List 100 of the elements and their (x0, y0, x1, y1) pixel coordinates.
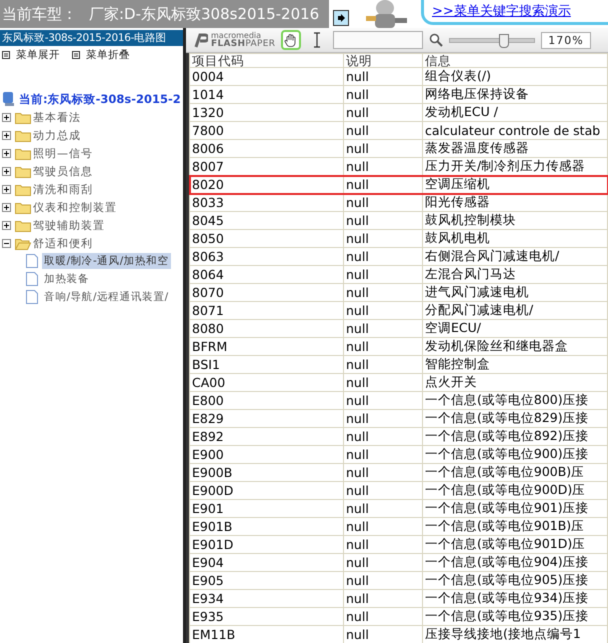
table-cell: null (344, 572, 422, 590)
table-cell: E900D (190, 482, 344, 500)
table-cell: null (344, 500, 422, 518)
table-cell: 压接导线接地(接地点编号1 (422, 626, 608, 643)
table-cell: null (344, 86, 422, 104)
tree-document-item[interactable]: 取暖/制冷-通风/加热和空 (42, 253, 171, 269)
car-model-label: 当前车型： (2, 4, 77, 24)
table-cell: 点火开关 (422, 374, 608, 392)
table-cell: E900B (190, 464, 344, 482)
expand-icon[interactable] (2, 220, 11, 230)
table-cell: null (344, 356, 422, 374)
table-cell: 一个信息(或等电位901)压接 (422, 500, 608, 518)
table-cell: 发动机ECU / (422, 104, 608, 122)
table-cell: 网络电压保持设备 (422, 86, 608, 104)
document-icon (26, 254, 38, 268)
table-cell: 一个信息(或等电位901D)压 (422, 536, 608, 554)
table-cell: null (344, 554, 422, 572)
table-cell: null (344, 140, 422, 158)
sidebar-title: 东风标致-308s-2015-2016-电路图 (0, 30, 183, 46)
table-cell: null (344, 482, 422, 500)
table-cell: 8070 (190, 284, 344, 302)
table-cell: 1014 (190, 86, 344, 104)
arrow-button[interactable] (333, 10, 349, 26)
table-cell: 阳光传感器 (422, 194, 608, 212)
tree-folder-item[interactable]: 动力总成 (31, 126, 83, 144)
menu-toggle-button[interactable]: 菜单展开 (2, 48, 60, 62)
tree-document-item[interactable]: 音响/导航/远程通讯装置/ (42, 289, 171, 305)
table-cell: 进气风门减速电机 (422, 284, 608, 302)
table-cell: null (344, 590, 422, 608)
collapse-icon[interactable] (2, 238, 11, 248)
search-field[interactable] (333, 31, 424, 49)
logo-icon (194, 32, 208, 48)
table-cell: null (344, 248, 422, 266)
computer-icon (2, 91, 16, 107)
folder-icon (15, 146, 31, 160)
table-cell: E800 (190, 392, 344, 410)
table-cell: 发动机保险丝和继电器盒 (422, 338, 608, 356)
table-cell: null (344, 122, 422, 140)
table-cell: 分配风门减速电机/ (422, 302, 608, 320)
expand-icon[interactable] (2, 202, 11, 212)
search-demo-link[interactable]: >>菜单关键字搜索演示 (432, 2, 571, 20)
table-cell: 一个信息(或等电位829)压接 (422, 410, 608, 428)
document-icon (26, 272, 38, 286)
table-cell: 组合仪表(/) (422, 68, 608, 86)
tree-folder-item[interactable]: 基本看法 (31, 108, 83, 126)
table-cell: E892 (190, 428, 344, 446)
slider-thumb[interactable] (499, 34, 510, 48)
zoom-percent-field[interactable]: 170% (541, 32, 591, 48)
table-cell: null (344, 338, 422, 356)
table-cell: E901B (190, 518, 344, 536)
table-cell: 鼓风机控制模块 (422, 212, 608, 230)
table-cell: 空调ECU/ (422, 320, 608, 338)
expand-icon[interactable] (2, 112, 11, 122)
expand-icon[interactable] (2, 130, 11, 140)
tree-folder-item[interactable]: 驾驶辅助装置 (31, 216, 107, 234)
table-cell: null (344, 608, 422, 626)
table-cell: 一个信息(或等电位905)压接 (422, 572, 608, 590)
expand-icon[interactable] (2, 148, 11, 158)
table-cell: null (344, 410, 422, 428)
table-cell: null (344, 536, 422, 554)
expand-icon[interactable] (2, 184, 11, 194)
table-cell: 一个信息(或等电位892)压接 (422, 428, 608, 446)
table-cell: null (344, 104, 422, 122)
table-cell: 8007 (190, 158, 344, 176)
zoom-slider[interactable] (449, 33, 536, 47)
tree-folder-item[interactable]: 舒适和便利 (31, 234, 95, 252)
table-cell: 一个信息(或等电位904)压接 (422, 554, 608, 572)
table-cell: 8033 (190, 194, 344, 212)
menu-toggle-button[interactable]: 菜单折叠 (72, 48, 130, 62)
search-icon[interactable] (429, 33, 444, 47)
table-cell: 右侧混合风门减速电机/ (422, 248, 608, 266)
table-cell: CA00 (190, 374, 344, 392)
tree-document-item[interactable]: 加热装备 (42, 271, 92, 287)
table-cell: 一个信息(或等电位935)压接 (422, 608, 608, 626)
table-cell: E829 (190, 410, 344, 428)
table-cell: 一个信息(或等电位900B)压 (422, 464, 608, 482)
column-header: 信息 (422, 54, 608, 68)
table-cell: 压力开关/制冷剂压力传感器 (422, 158, 608, 176)
table-cell: 8045 (190, 212, 344, 230)
table-cell: null (344, 266, 422, 284)
table-cell: 左混合风门马达 (422, 266, 608, 284)
table-cell: 一个信息(或等电位800)压接 (422, 392, 608, 410)
hand-tool-button[interactable] (281, 30, 302, 50)
expand-icon[interactable] (2, 166, 11, 176)
folder-icon (15, 200, 31, 214)
table-cell: EM11B (190, 626, 344, 643)
tree-folder-item[interactable]: 照明—信号 (31, 144, 95, 162)
table-cell: 0004 (190, 68, 344, 86)
tree-folder-item[interactable]: 仪表和控制装置 (31, 198, 119, 216)
table-cell: null (344, 320, 422, 338)
document-icon (26, 290, 38, 304)
table-cell: E901 (190, 500, 344, 518)
folder-icon (15, 110, 31, 124)
table-cell: 7800 (190, 122, 344, 140)
table-cell: null (344, 446, 422, 464)
tree-folder-item[interactable]: 清洗和雨刮 (31, 180, 95, 198)
table-cell: null (344, 284, 422, 302)
arrow-icon (336, 13, 346, 23)
table-cell: 一个信息(或等电位900)压接 (422, 446, 608, 464)
tree-folder-item[interactable]: 驾驶员信息 (31, 162, 95, 180)
